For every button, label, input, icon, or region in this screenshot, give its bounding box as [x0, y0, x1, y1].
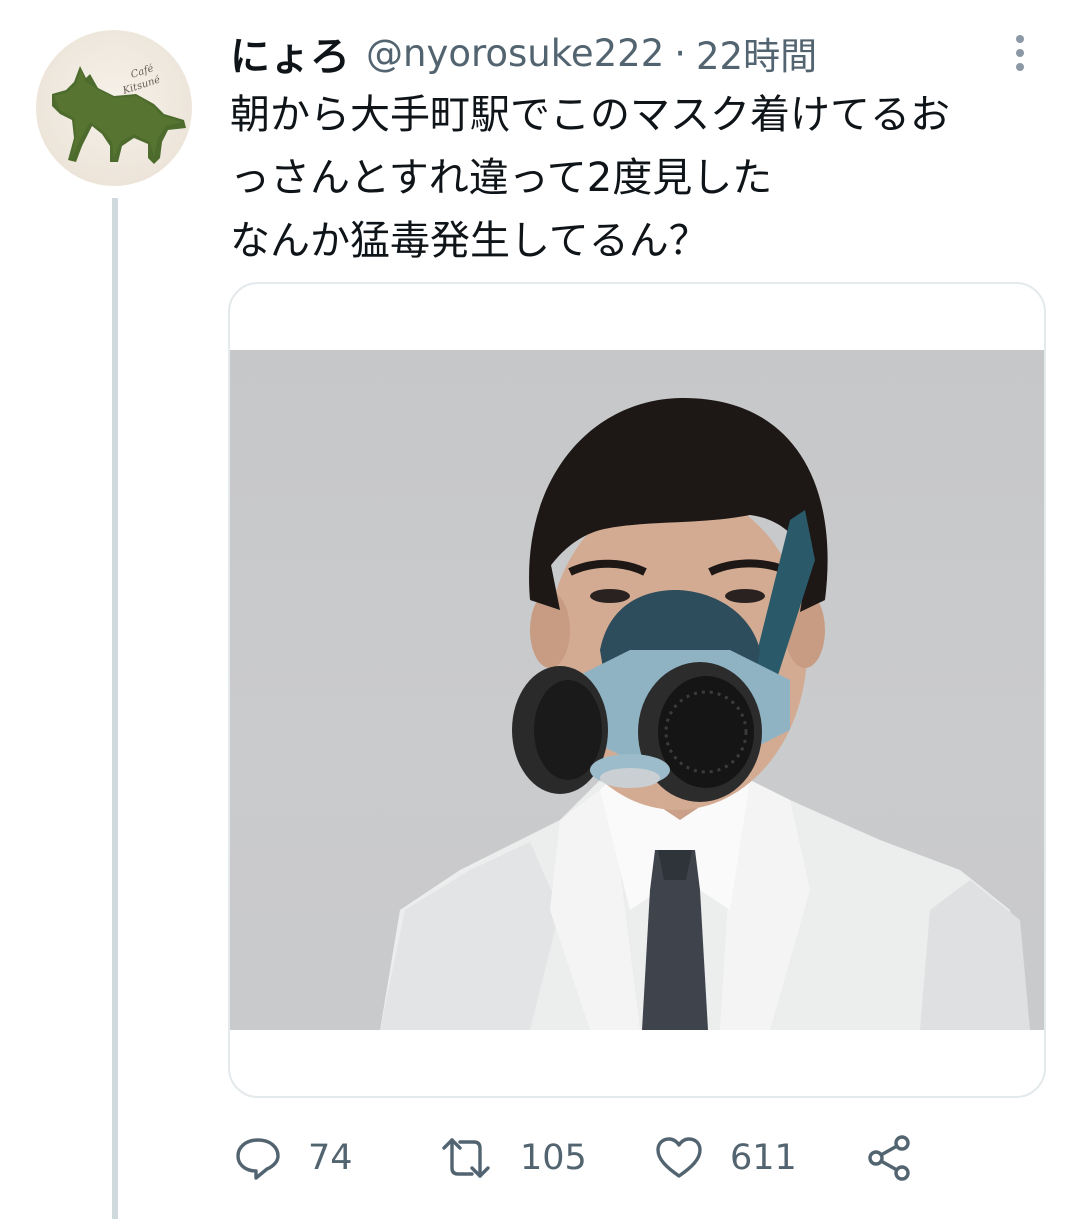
like-button[interactable]: 611	[654, 1128, 797, 1188]
user-handle[interactable]: @nyorosuke222	[366, 32, 664, 75]
share-button[interactable]	[864, 1128, 914, 1188]
share-nodes-icon	[868, 1135, 910, 1181]
reply-button[interactable]: 74	[234, 1128, 353, 1188]
reply-count: 74	[308, 1138, 353, 1178]
avatar-script-text: Café Kitsuné	[121, 63, 162, 97]
retweet-count: 105	[520, 1138, 587, 1178]
tweet-header: にょろ @nyorosuke222 · 22時間	[230, 24, 817, 82]
media-card[interactable]	[228, 282, 1046, 1098]
tweet-photo[interactable]	[230, 350, 1044, 1030]
tweet-text-line: っさんとすれ違って2度見した	[230, 155, 773, 201]
like-count: 611	[730, 1138, 797, 1178]
tweet[interactable]: Café Kitsuné にょろ @nyorosuke222 · 22時間 朝か…	[0, 0, 1065, 1219]
tweet-text-line: 朝から大手町駅でこのマスク着けてるお	[230, 92, 950, 138]
display-name[interactable]: にょろ	[230, 24, 350, 82]
avatar[interactable]: Café Kitsuné	[36, 30, 192, 186]
timestamp[interactable]: 22時間	[696, 26, 817, 80]
thread-connector-line	[112, 198, 118, 1219]
retweet-arrows-icon	[442, 1138, 490, 1178]
vertical-dots-icon[interactable]	[1000, 26, 1040, 80]
separator-dot: ·	[674, 31, 687, 75]
tweet-text-line: なんか猛毒発生してるん？	[230, 218, 709, 264]
tweet-text: 朝から大手町駅でこのマスク着けてるお っさんとすれ違って2度見した なんか猛毒発…	[230, 84, 1050, 273]
heart-icon	[656, 1137, 702, 1178]
retweet-button[interactable]: 105	[438, 1128, 587, 1188]
speech-bubble-icon	[236, 1138, 280, 1180]
man-in-respirator-mask-photo	[380, 397, 1030, 1030]
